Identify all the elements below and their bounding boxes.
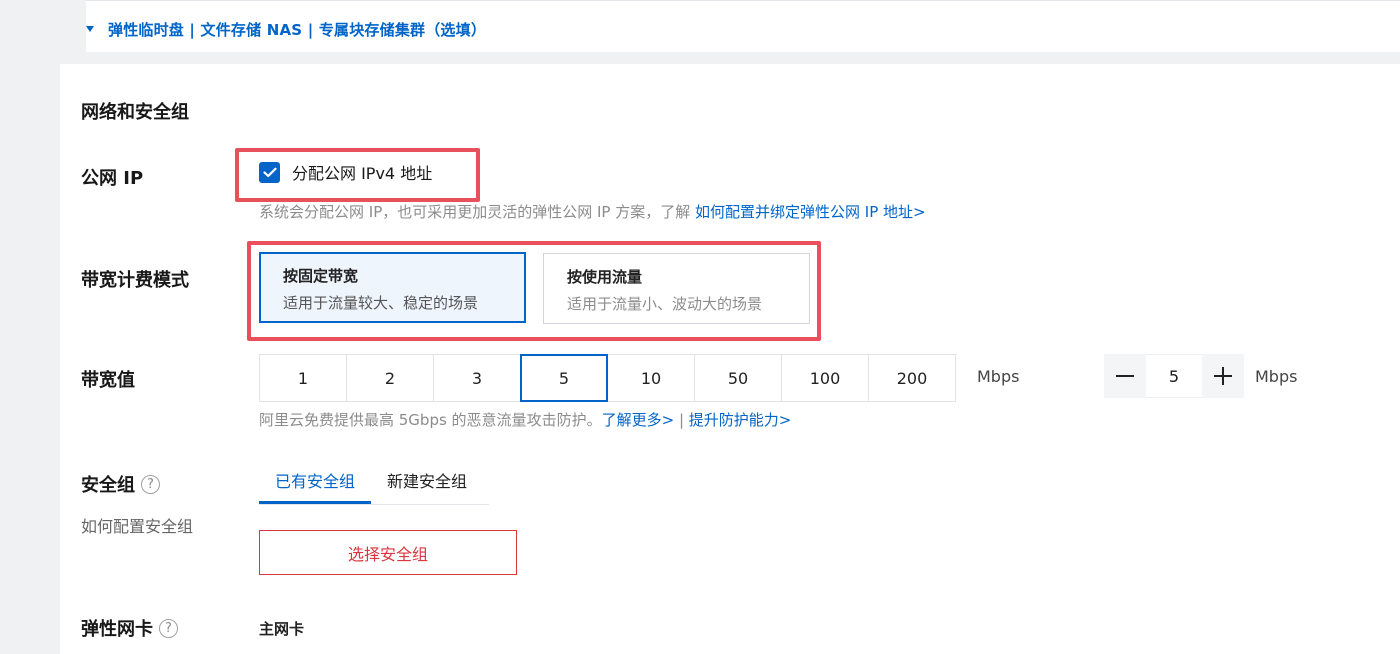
bandwidth-option-10[interactable]: 10	[607, 354, 695, 402]
security-group-label: 安全组	[81, 475, 135, 496]
caret-down-icon	[86, 26, 94, 32]
public-ip-label: 公网 IP	[81, 168, 144, 189]
billing-traffic-title: 按使用流量	[567, 268, 643, 286]
eni-label-row: 弹性网卡 ?	[81, 615, 178, 641]
security-group-howto[interactable]: 如何配置安全组	[81, 513, 193, 537]
billing-fixed-desc: 适用于流量较大、稳定的场景	[283, 294, 479, 312]
bandwidth-unit: Mbps	[977, 367, 1020, 386]
billing-mode-label: 带宽计费模式	[81, 270, 189, 291]
plus-icon[interactable]	[1202, 354, 1244, 398]
bandwidth-hint: 阿里云免费提供最高 5Gbps 的恶意流量攻击防护。了解更多> | 提升防护能力…	[259, 409, 791, 430]
checkmark-icon	[259, 161, 280, 183]
bandwidth-option-50[interactable]: 50	[694, 354, 782, 402]
bandwidth-option-100[interactable]: 100	[781, 354, 869, 402]
billing-traffic-desc: 适用于流量小、波动大的场景	[567, 295, 763, 313]
select-security-group-button[interactable]: 选择安全组	[259, 530, 517, 575]
bandwidth-option-2[interactable]: 2	[346, 354, 434, 402]
bandwidth-stepper: 5	[1104, 354, 1244, 398]
public-ip-hint: 系统会分配公网 IP，也可采用更加灵活的弹性公网 IP 方案，了解 如何配置并绑…	[259, 201, 926, 222]
bandwidth-hint-text: 阿里云免费提供最高 5Gbps 的恶意流量攻击防护。	[259, 411, 602, 429]
upgrade-protection-link[interactable]: 提升防护能力>	[689, 411, 792, 429]
help-icon[interactable]: ?	[159, 618, 178, 638]
bandwidth-selector: 1 2 3 5 10 50 100 200	[259, 354, 956, 402]
public-ip-hint-text: 系统会分配公网 IP，也可采用更加灵活的弹性公网 IP 方案，了解	[259, 203, 691, 221]
security-group-tabs: 已有安全组 新建安全组	[259, 468, 489, 505]
bandwidth-option-3[interactable]: 3	[433, 354, 521, 402]
storage-options-toggle[interactable]: 弹性临时盘 | 文件存储 NAS | 专属块存储集群（选填）	[86, 17, 486, 41]
security-group-label-row: 安全组 ?	[81, 471, 160, 497]
section-title: 网络和安全组	[81, 102, 189, 123]
primary-eni-label: 主网卡	[259, 620, 305, 638]
storage-options-label: 弹性临时盘 | 文件存储 NAS | 专属块存储集群（选填）	[108, 20, 487, 39]
billing-traffic-card[interactable]: 按使用流量 适用于流量小、波动大的场景	[543, 253, 810, 324]
page: 弹性临时盘 | 文件存储 NAS | 专属块存储集群（选填） 网络和安全组 公网…	[0, 0, 1400, 654]
stepper-unit: Mbps	[1255, 367, 1298, 386]
bandwidth-option-200[interactable]: 200	[868, 354, 956, 402]
tab-existing-security-group[interactable]: 已有安全组	[259, 468, 372, 504]
bandwidth-option-1[interactable]: 1	[259, 354, 347, 402]
tab-new-security-group[interactable]: 新建安全组	[371, 468, 483, 504]
bandwidth-option-5[interactable]: 5	[520, 354, 608, 402]
bandwidth-stepper-value[interactable]: 5	[1146, 354, 1202, 398]
minus-icon[interactable]	[1104, 354, 1146, 398]
learn-more-link[interactable]: 了解更多>	[602, 411, 675, 429]
network-security-card: 网络和安全组 公网 IP 分配公网 IPv4 地址 系统会分配公网 IP，也可采…	[60, 64, 1400, 654]
billing-fixed-bandwidth-card[interactable]: 按固定带宽 适用于流量较大、稳定的场景	[259, 252, 526, 323]
billing-fixed-title: 按固定带宽	[283, 267, 359, 285]
bandwidth-label: 带宽值	[81, 370, 135, 391]
link-separator: |	[678, 411, 684, 429]
assign-public-ip-label: 分配公网 IPv4 地址	[292, 164, 433, 183]
assign-public-ip-checkbox[interactable]: 分配公网 IPv4 地址	[259, 160, 432, 184]
help-icon[interactable]: ?	[141, 474, 160, 494]
eni-label: 弹性网卡	[81, 619, 153, 640]
storage-options-panel: 弹性临时盘 | 文件存储 NAS | 专属块存储集群（选填）	[86, 0, 1400, 52]
eip-config-link[interactable]: 如何配置并绑定弹性公网 IP 地址>	[695, 203, 926, 221]
